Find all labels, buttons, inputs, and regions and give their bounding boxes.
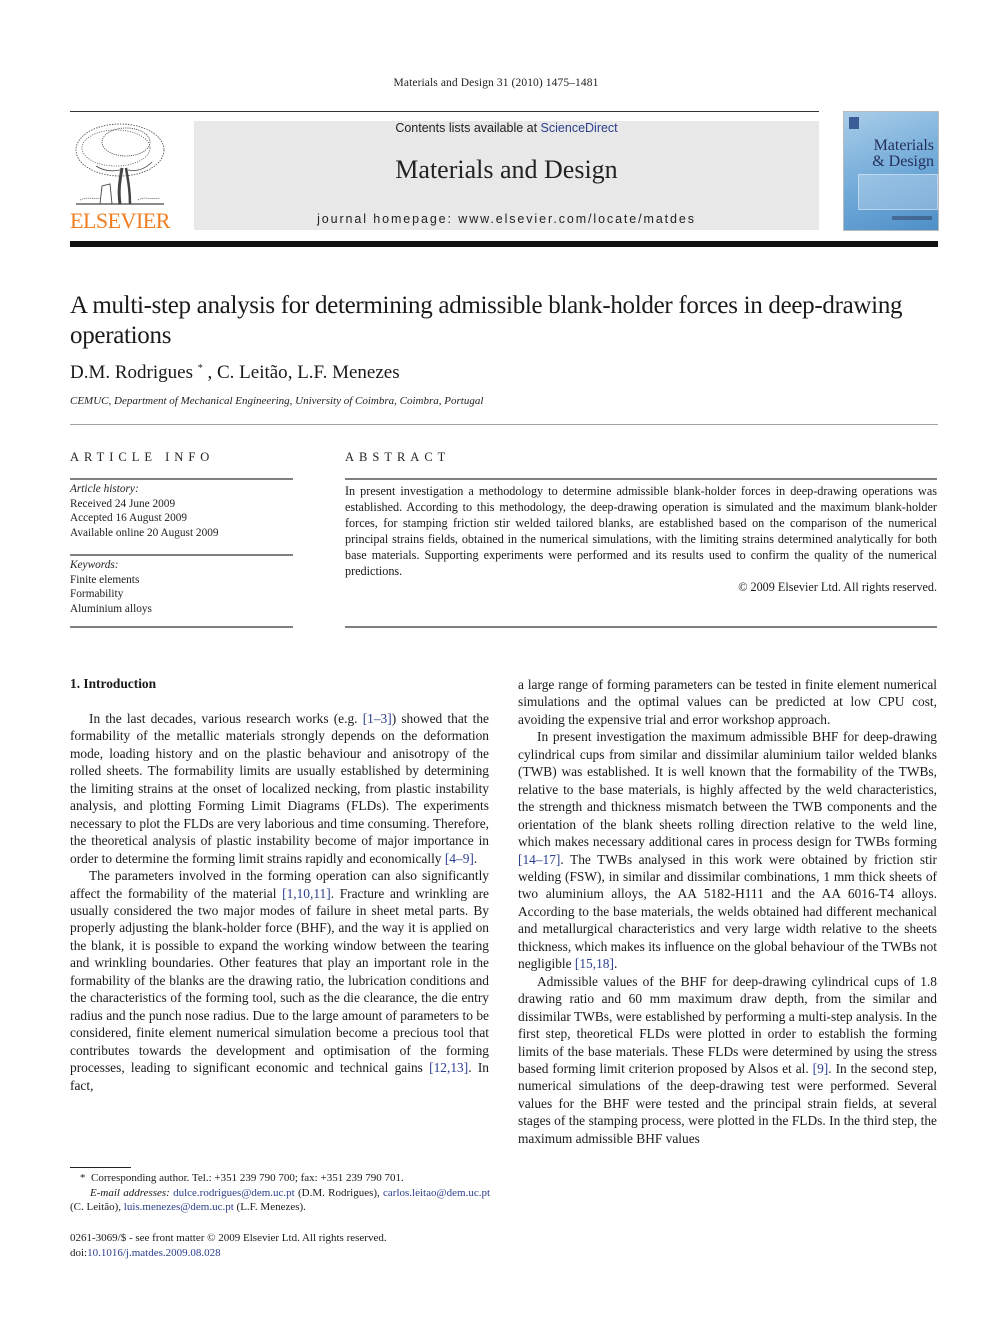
keyword: Finite elements bbox=[70, 573, 140, 586]
abstract-heading: ABSTRACT bbox=[345, 450, 451, 464]
email-owner: (L.F. Menezes). bbox=[236, 1201, 306, 1213]
journal-cover-image: Materials & Design bbox=[843, 111, 939, 231]
email-link[interactable]: luis.menezes@dem.uc.pt bbox=[124, 1201, 234, 1213]
article-info-rule bbox=[70, 478, 293, 480]
doi-link[interactable]: 10.1016/j.matdes.2009.08.028 bbox=[87, 1247, 221, 1259]
citation-link[interactable]: [4–9] bbox=[445, 851, 474, 866]
footnote-mark: * bbox=[80, 1172, 86, 1184]
header-thick-rule bbox=[70, 241, 938, 247]
citation-link[interactable]: [9] bbox=[813, 1061, 829, 1076]
citation-link[interactable]: [1–3] bbox=[363, 711, 392, 726]
history-accepted: Accepted 16 August 2009 bbox=[70, 512, 188, 524]
citation-link[interactable]: [12,13] bbox=[429, 1060, 468, 1075]
cover-title: Materials & Design bbox=[844, 138, 938, 170]
abstract-rule bbox=[345, 478, 937, 480]
author-name[interactable]: C. Leitão bbox=[217, 362, 288, 383]
author-list: D.M. Rodrigues * , C. Leitão, L.F. Menez… bbox=[70, 362, 400, 384]
email-owner: (D.M. Rodrigues) bbox=[298, 1186, 378, 1199]
article-info-bottom-rule bbox=[70, 626, 293, 628]
history-received: Received 24 June 2009 bbox=[70, 497, 176, 510]
body-left-column: In the last decades, various research wo… bbox=[70, 710, 489, 1094]
paragraph-text: ) showed that the formability of the met… bbox=[70, 711, 490, 866]
paragraph-text: a large range of forming parameters can … bbox=[518, 677, 937, 727]
doi-prefix: doi: bbox=[70, 1246, 88, 1259]
author-separator: , bbox=[287, 362, 298, 383]
article-info-heading: ARTICLE INFO bbox=[70, 450, 215, 464]
keywords: Keywords: Finite elements Formability Al… bbox=[70, 558, 152, 616]
keyword: Formability bbox=[70, 588, 124, 600]
paragraph-text: . bbox=[473, 850, 478, 866]
email-link[interactable]: carlos.leitao@dem.uc.pt bbox=[383, 1187, 490, 1199]
keyword: Aluminium alloys bbox=[70, 602, 152, 615]
body-paragraph: The parameters involved in the forming o… bbox=[70, 867, 489, 1094]
contents-prefix: Contents lists available at bbox=[395, 121, 541, 135]
cover-publisher-mark bbox=[892, 216, 932, 220]
cover-title-line1: Materials bbox=[873, 137, 934, 154]
doi-line: doi:10.1016/j.matdes.2009.08.028 bbox=[70, 1246, 490, 1261]
paragraph-text: . Fracture and wrinkling are usually con… bbox=[70, 885, 490, 1076]
body-right-column: a large range of forming parameters can … bbox=[518, 676, 937, 1147]
body-paragraph: In the last decades, various research wo… bbox=[70, 710, 489, 867]
email-addresses: E-mail addresses: dulce.rodrigues@dem.uc… bbox=[70, 1186, 491, 1214]
body-paragraph: In present investigation the maximum adm… bbox=[518, 728, 937, 972]
contents-line: Contents lists available at ScienceDirec… bbox=[194, 121, 819, 135]
cover-graphic bbox=[858, 174, 938, 210]
history-online: Available online 20 August 2009 bbox=[70, 526, 219, 539]
paragraph-text: . bbox=[613, 956, 618, 972]
elsevier-mark-icon bbox=[849, 117, 859, 129]
paragraph-text: In the last decades, various research wo… bbox=[89, 711, 363, 726]
paragraph-text: . The TWBs analysed in this work were ob… bbox=[518, 851, 937, 972]
keywords-label: Keywords: bbox=[70, 559, 119, 571]
abstract: In present investigation a methodology t… bbox=[345, 483, 937, 595]
running-head: Materials and Design 31 (2010) 1475–1481 bbox=[393, 77, 599, 89]
abstract-text: In present investigation a methodology t… bbox=[345, 484, 937, 578]
corresponding-author-note: * Corresponding author. Tel.: +351 239 7… bbox=[70, 1171, 490, 1186]
body-paragraph: Admissible values of the BHF for deep-dr… bbox=[518, 973, 937, 1148]
article-history: Article history: Received 24 June 2009 A… bbox=[70, 482, 219, 540]
cover-title-line2: & Design bbox=[872, 153, 934, 170]
email-owner: (C. Leitão) bbox=[70, 1201, 119, 1213]
abstract-copyright: © 2009 Elsevier Ltd. All rights reserved… bbox=[738, 580, 937, 594]
paragraph-text: In present investigation the maximum adm… bbox=[518, 729, 937, 850]
article-history-label: Article history: bbox=[70, 483, 139, 495]
author-separator: , bbox=[207, 362, 217, 383]
citation-link[interactable]: [1,10,11] bbox=[282, 886, 331, 901]
article-title: A multi-step analysis for determining ad… bbox=[70, 292, 903, 349]
publisher-name: ELSEVIER bbox=[70, 208, 170, 233]
author-name[interactable]: D.M. Rodrigues bbox=[70, 362, 193, 383]
author-name[interactable]: L.F. Menezes bbox=[297, 362, 399, 383]
affiliation: CEMUC, Department of Mechanical Engineer… bbox=[70, 395, 484, 407]
section-divider bbox=[70, 424, 938, 425]
corresponding-author-mark[interactable]: * bbox=[198, 363, 203, 374]
sciencedirect-link[interactable]: ScienceDirect bbox=[541, 121, 618, 135]
citation-link[interactable]: [14–17] bbox=[518, 852, 560, 867]
email-label: E-mail addresses: bbox=[90, 1186, 170, 1199]
footnote: * Corresponding author. Tel.: +351 239 7… bbox=[70, 1171, 490, 1215]
journal-title: Materials and Design bbox=[395, 155, 618, 184]
footnote-rule bbox=[70, 1167, 131, 1168]
front-matter: 0261-3069/$ - see front matter © 2009 El… bbox=[70, 1231, 490, 1260]
body-paragraph: a large range of forming parameters can … bbox=[518, 676, 937, 728]
section-heading: 1. Introduction bbox=[70, 676, 157, 691]
issn-line: 0261-3069/$ - see front matter © 2009 El… bbox=[70, 1232, 387, 1244]
citation-link[interactable]: [15,18] bbox=[575, 956, 614, 971]
email-link[interactable]: dulce.rodrigues@dem.uc.pt bbox=[173, 1187, 295, 1199]
keywords-rule bbox=[70, 554, 293, 556]
corresponding-author-text: Corresponding author. Tel.: +351 239 790… bbox=[91, 1172, 404, 1184]
journal-homepage[interactable]: journal homepage: www.elsevier.com/locat… bbox=[194, 212, 819, 226]
header-rule bbox=[70, 111, 819, 112]
abstract-bottom-rule bbox=[345, 626, 937, 628]
